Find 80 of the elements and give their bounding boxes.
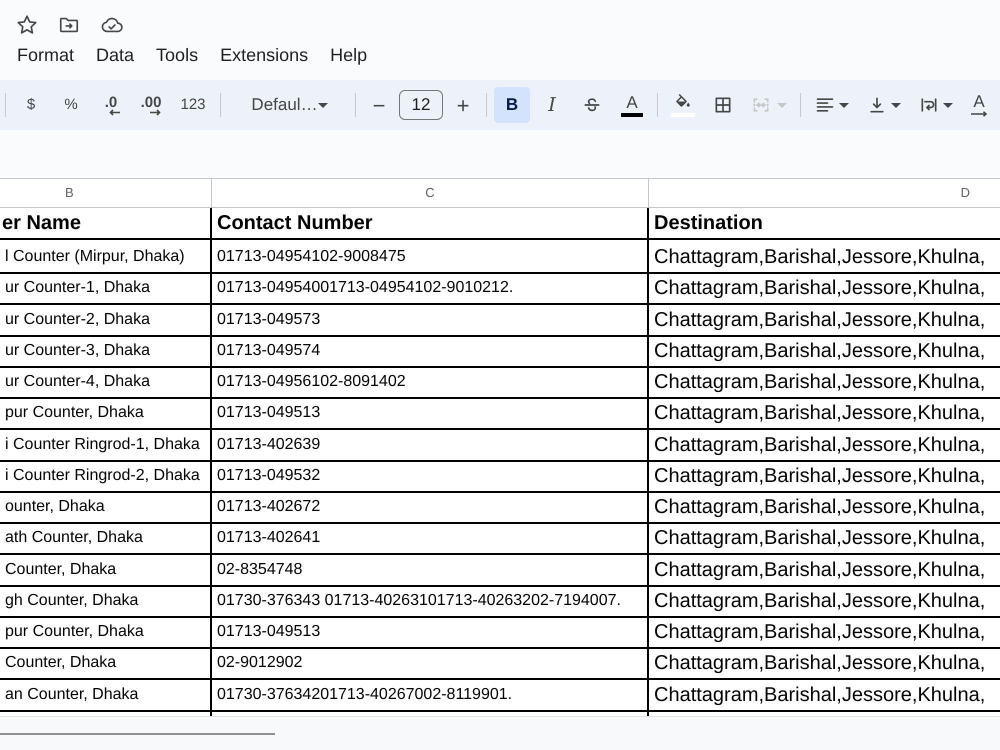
table-cell: ur Counter-2, Dhaka xyxy=(0,302,212,336)
table-cell: Chattagram,Barishal,Jessore,Khulna, xyxy=(649,240,1000,274)
caret-icon xyxy=(777,102,787,108)
table-cell: Chattagram,Barishal,Jessore,Khulna, xyxy=(649,271,1000,306)
table-cell: Chattagram,Barishal,Jessore,Khulna, xyxy=(649,365,1000,399)
right-arrow-icon xyxy=(149,108,161,116)
menu-item[interactable]: Format xyxy=(11,43,80,67)
italic-button[interactable]: I xyxy=(534,87,570,123)
menu-item[interactable]: Tools xyxy=(150,43,204,67)
table-cell: Chattagram,Barishal,Jessore,Khulna, xyxy=(649,490,1000,524)
caret-icon xyxy=(318,102,328,108)
font-dropdown[interactable]: Defaul… xyxy=(228,87,348,123)
table-cell: Chattagram,Barishal,Jessore,Khulna, xyxy=(649,552,1000,586)
increase-decimal-button[interactable]: .00 xyxy=(133,87,169,123)
table-cell: 01713-04954102-9008475 xyxy=(212,240,649,274)
table-cell: Chattagram,Barishal,Jessore,Khulna, xyxy=(649,334,1000,368)
table-cell: 02-9012902 xyxy=(212,646,649,680)
table-cell: i Counter Ringrod-2, Dhaka xyxy=(0,458,212,493)
decrease-decimal-button[interactable]: .0 xyxy=(93,87,129,123)
caret-icon xyxy=(943,102,953,108)
caret-icon xyxy=(891,102,901,108)
bold-button[interactable]: B xyxy=(494,87,530,123)
font-size-field[interactable]: 12 xyxy=(399,90,443,120)
number-format-button[interactable]: $ xyxy=(13,87,49,123)
table-cell: 01713-402672 xyxy=(212,490,649,524)
table-cell: Chattagram,Barishal,Jessore,Khulna, xyxy=(649,428,1000,462)
table-cell: ath Counter, Dhaka xyxy=(0,521,212,556)
table-cell: Chattagram,Barishal,Jessore,Khulna, xyxy=(649,458,1000,493)
left-arrow-icon xyxy=(109,108,121,116)
header-cell: Destination xyxy=(649,208,1000,240)
table-cell: Chattagram,Barishal,Jessore,Khulna, xyxy=(649,521,1000,556)
table-cell: ounter, Dhaka xyxy=(0,490,212,524)
table-cell: an Counter, Dhaka xyxy=(0,678,212,712)
table-cell: gh Counter, Dhaka xyxy=(0,584,212,618)
table-cell: Counter, Dhaka xyxy=(0,646,212,680)
menu-item[interactable]: Extensions xyxy=(214,43,314,67)
header-cell: Contact Number xyxy=(212,208,649,240)
menu-item[interactable]: Data xyxy=(90,43,140,67)
table-cell: pur Counter, Dhaka xyxy=(0,615,212,649)
table-cell: Chattagram,Barishal,Jessore,Khulna, xyxy=(649,584,1000,618)
text-color-button[interactable]: A xyxy=(614,87,650,123)
table-cell: 01713-402641 xyxy=(212,521,649,556)
header-cell: er Name xyxy=(0,208,212,240)
menu-item[interactable]: Help xyxy=(324,43,374,67)
table-cell: Counter, Dhaka xyxy=(0,552,212,586)
table-cell: 01713-049573 xyxy=(212,302,649,336)
table-cell: 01730-376343 01713-40263101713-40263202-7194007. xyxy=(212,584,649,618)
column-header[interactable]: B xyxy=(65,183,74,203)
table-cell: Chattagram,Barishal,Jessore,Khulna, xyxy=(649,302,1000,336)
number-format-button[interactable]: % xyxy=(53,87,89,123)
column-header[interactable]: C xyxy=(425,183,435,203)
decrease-size-button[interactable]: − xyxy=(363,87,395,123)
table-cell: 01713-04956102-8091402 xyxy=(212,365,649,399)
increase-size-button[interactable]: + xyxy=(447,87,479,123)
table-cell: Chattagram,Barishal,Jessore,Khulna, xyxy=(649,646,1000,680)
column-header[interactable]: D xyxy=(960,183,970,203)
table-cell: 01730-37634201713-40267002-8119901. xyxy=(212,678,649,712)
text-rotation-button[interactable]: A xyxy=(964,87,994,123)
table-cell: 01713-04954001713-04954102-9010212. xyxy=(212,271,649,306)
table-cell: 01713-049532 xyxy=(212,458,649,493)
table-cell: 02-8354748 xyxy=(212,552,649,586)
caret-icon xyxy=(839,102,849,108)
scrollbar-thumb[interactable] xyxy=(0,732,275,735)
number-format-button[interactable]: 123 xyxy=(173,87,213,123)
star-icon[interactable] xyxy=(16,14,38,36)
borders-icon xyxy=(713,95,733,115)
table-cell: ur Counter-4, Dhaka xyxy=(0,365,212,399)
table-cell: 01713-049513 xyxy=(212,396,649,430)
table-cell: ur Counter-1, Dhaka xyxy=(0,271,212,306)
table-cell: 01713-049513 xyxy=(212,615,649,649)
table-cell: i Counter Ringrod-1, Dhaka xyxy=(0,428,212,462)
right-arrow-icon xyxy=(970,111,988,117)
table-cell: Chattagram,Barishal,Jessore,Khulna, xyxy=(649,396,1000,430)
table-cell: 01713-049574 xyxy=(212,334,649,368)
table-cell: l Counter (Mirpur, Dhaka) xyxy=(0,240,212,274)
table-cell: Chattagram,Barishal,Jessore,Khulna, xyxy=(649,678,1000,712)
table-cell: Chattagram,Barishal,Jessore,Khulna, xyxy=(649,615,1000,649)
table-cell: ur Counter-3, Dhaka xyxy=(0,334,212,368)
table-cell: pur Counter, Dhaka xyxy=(0,396,212,430)
table-cell: 01713-402639 xyxy=(212,428,649,462)
